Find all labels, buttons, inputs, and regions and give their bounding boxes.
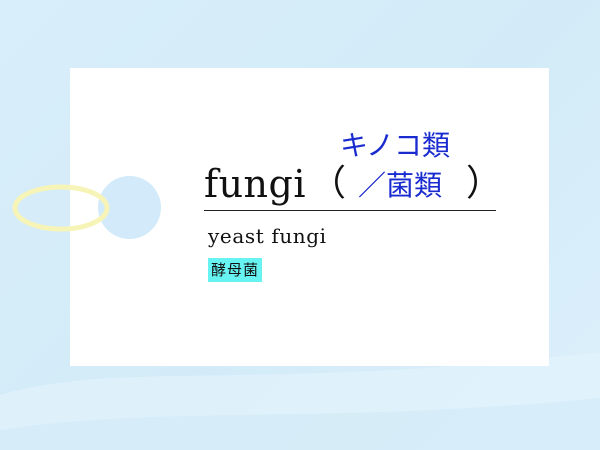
open-parenthesis: （ xyxy=(310,163,347,204)
example-japanese: 酵母菌 xyxy=(208,258,263,282)
close-parenthesis: ） xyxy=(466,163,503,204)
headword: fungi xyxy=(204,162,306,206)
headword-row: fungi （ ／菌類 ） xyxy=(204,162,502,211)
reading-text: キノコ類 xyxy=(340,129,451,162)
example-english: yeast fungi xyxy=(208,224,327,248)
card-hole xyxy=(98,176,161,239)
translation-text: ／菌類 xyxy=(358,169,443,202)
